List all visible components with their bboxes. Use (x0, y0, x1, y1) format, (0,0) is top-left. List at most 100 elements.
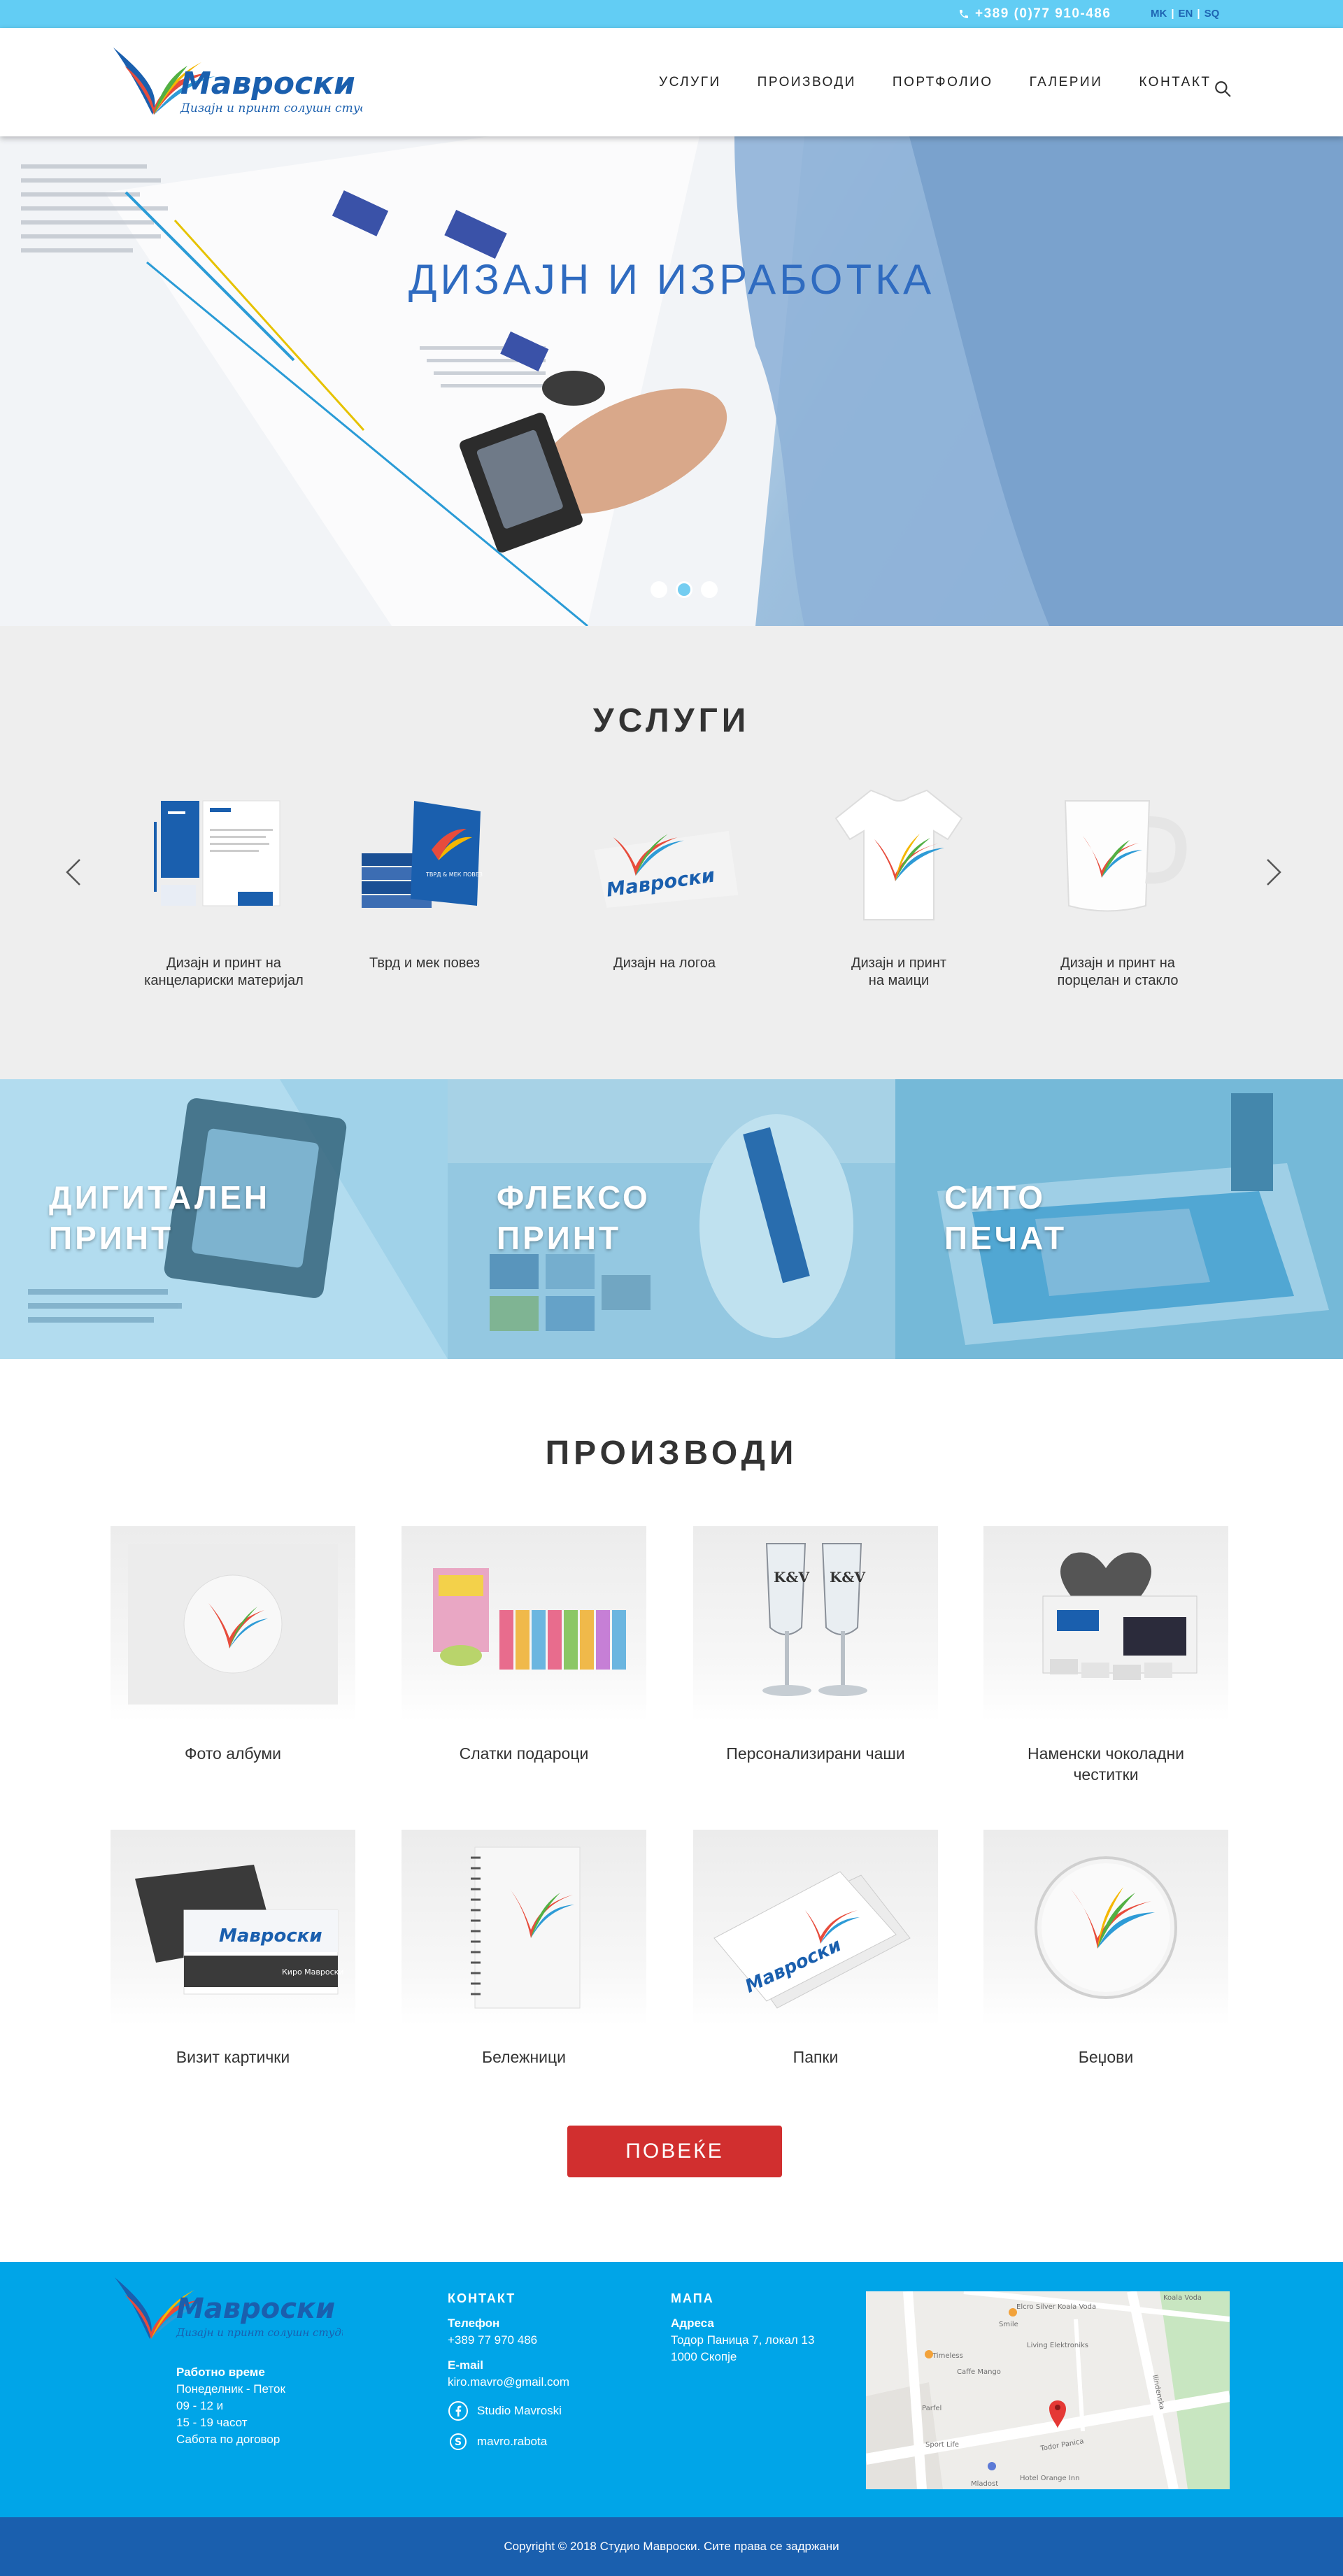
service-item[interactable]: Мавроски Дизајн на логоа (574, 783, 755, 972)
site-footer: Мавроски Дизајн и принт солушн студио Ра… (0, 2262, 1343, 2517)
hero-title: ДИЗАЈН И ИЗРАБОТКА (408, 256, 935, 303)
facebook-link[interactable]: Studio Mavroski (448, 2400, 569, 2421)
footer-phone[interactable]: +389 77 970 486 (448, 2332, 569, 2349)
lang-separator: | (1171, 8, 1174, 20)
nav-contact[interactable]: КОНТАКТ (1139, 75, 1211, 90)
copyright-bar: Copyright © 2018 Студио Мавроски. Сите п… (0, 2517, 1343, 2576)
product-caption: Беџови (1078, 2048, 1134, 2066)
nav-services[interactable]: УСЛУГИ (659, 75, 721, 90)
product-caption: Фото албуми (184, 1744, 281, 1763)
books-image: ТВРД & МЕК ПОВЕЗ (348, 783, 502, 923)
svg-text:Mladost: Mladost (971, 2480, 998, 2488)
facebook-label: Studio Mavroski (477, 2404, 562, 2417)
more-products-button[interactable]: ПОВЕЌЕ (567, 2126, 782, 2177)
svg-text:Дизајн и принт солушн студио: Дизајн и принт солушн студио (180, 101, 362, 115)
address-label: Адреса (671, 2317, 714, 2330)
carousel-next-arrow[interactable] (1263, 857, 1284, 888)
svg-text:K&V: K&V (830, 1569, 865, 1586)
service-caption: Тврд и мек повез (369, 955, 480, 971)
slider-dot[interactable] (651, 581, 667, 598)
product-caption: Папки (793, 2048, 839, 2066)
product-item[interactable]: K&V K&V Персонализирани чаши (693, 1526, 938, 1764)
product-item[interactable]: Слатки подароци (402, 1526, 646, 1764)
mug-image (1041, 783, 1195, 923)
svg-text:Parfel: Parfel (922, 2405, 941, 2412)
product-item[interactable]: Наменски чоколадни честитки (983, 1526, 1228, 1785)
address-line: Тодор Паница 7, локал 13 (671, 2333, 815, 2347)
service-caption: Дизајн и принт на порцелан и стакло (1057, 955, 1179, 988)
service-item[interactable]: ТВРД & МЕК ПОВЕЗ Тврд и мек повез (334, 783, 516, 972)
product-item[interactable]: Фото албуми (111, 1526, 355, 1764)
top-phone-number: +389 (0)77 910-486 (975, 6, 1111, 21)
hours-title: Работно време (176, 2365, 265, 2379)
personalized-glasses-image: K&V K&V (693, 1526, 938, 1722)
nav-galleries[interactable]: ГАЛЕРИИ (1030, 75, 1103, 90)
print-tile-flexo[interactable]: ФЛЕКСО ПРИНТ (448, 1079, 895, 1359)
top-phone[interactable]: +389 (0)77 910-486 (958, 0, 1111, 28)
svg-text:Smile: Smile (999, 2321, 1018, 2328)
services-title: УСЛУГИ (592, 702, 751, 739)
products-title: ПРОИЗВОДИ (545, 1435, 798, 1472)
badges-image (983, 1830, 1228, 2026)
svg-text:Киро Мавроски: Киро Мавроски (282, 1967, 343, 1977)
print-tile-screen[interactable]: СИТО ПЕЧАТ (895, 1079, 1343, 1359)
hours-line: Понеделник - Петок (176, 2382, 285, 2396)
business-cards-image: Мавроски Киро Мавроски (111, 1830, 355, 2026)
service-item[interactable]: Дизајн и принт на маици (808, 783, 990, 990)
chocolate-cards-image (983, 1526, 1228, 1722)
svg-text:Caffe Mango: Caffe Mango (957, 2368, 1001, 2376)
service-caption: Дизајн и принт на канцелариски материјал (144, 955, 304, 988)
service-item[interactable]: Дизајн и принт на канцелариски материјал (133, 783, 315, 990)
slider-dots (651, 581, 718, 598)
skype-icon: S (450, 2433, 467, 2450)
site-logo[interactable]: Мавроски Дизајн и принт солушн студио (111, 45, 362, 122)
product-caption: Бележници (481, 2048, 567, 2066)
top-bar: +389 (0)77 910-486 MK | EN | SQ (0, 0, 1343, 28)
map-title: МАПА (671, 2291, 714, 2305)
service-caption: Дизајн и принт на маици (851, 955, 947, 988)
stationery-image (147, 783, 301, 923)
product-item[interactable]: Мавроски Киро Мавроски Визит картички (111, 1830, 355, 2068)
svg-text:K&V: K&V (774, 1569, 809, 1586)
facebook-icon (448, 2401, 468, 2421)
sweet-gifts-image (402, 1526, 646, 1722)
photo-album-image (111, 1526, 355, 1722)
svg-text:Hotel Orange Inn: Hotel Orange Inn (1020, 2475, 1079, 2482)
product-caption: Слатки подароци (459, 1744, 589, 1763)
svg-text:ТВРД & МЕК ПОВЕЗ: ТВРД & МЕК ПОВЕЗ (425, 871, 483, 878)
service-item[interactable]: Дизајн и принт на порцелан и стакло (1027, 783, 1209, 990)
nav-portfolio[interactable]: ПОРТФОЛИО (893, 75, 993, 90)
lang-en[interactable]: EN (1179, 0, 1193, 28)
print-tile-label: ФЛЕКСО ПРИНТ (497, 1179, 651, 1256)
svg-text:Мавроски: Мавроски (176, 2293, 335, 2325)
contact-title: КОНТАКТ (448, 2291, 516, 2305)
main-nav: УСЛУГИ ПРОИЗВОДИ ПОРТФОЛИО ГАЛЕРИИ КОНТА… (659, 28, 1248, 136)
map-column: МАПА Адреса Тодор Паница 7, локал 13 100… (671, 2290, 814, 2365)
nav-products[interactable]: ПРОИЗВОДИ (758, 75, 856, 90)
lang-mk[interactable]: MK (1151, 0, 1167, 28)
hero-image (0, 136, 1343, 626)
svg-text:Дизајн и принт солушн студио: Дизајн и принт солушн студио (176, 2326, 343, 2339)
search-icon[interactable] (1214, 80, 1232, 98)
product-item[interactable]: Беџови (983, 1830, 1228, 2068)
product-caption: Наменски чоколадни честитки (1027, 1744, 1185, 1784)
location-map[interactable]: Koala Voda Elcro Silver Koala Voda Smile… (866, 2291, 1230, 2489)
svg-text:Sport Life: Sport Life (925, 2441, 959, 2449)
product-item[interactable]: Бележници (402, 1830, 646, 2068)
lang-sq[interactable]: SQ (1205, 0, 1220, 28)
slider-dot[interactable] (701, 581, 718, 598)
phone-icon (960, 10, 968, 18)
lang-separator: | (1197, 8, 1200, 20)
slider-dot-active[interactable] (676, 581, 692, 598)
footer-logo[interactable]: Мавроски Дизајн и принт солушн студио (112, 2275, 343, 2344)
footer-email[interactable]: kiro.mavro@gmail.com (448, 2374, 569, 2391)
print-tile-digital[interactable]: ДИГИТАЛЕН ПРИНТ (0, 1079, 448, 1359)
skype-link[interactable]: S mavro.rabota (448, 2431, 569, 2452)
site-header: Мавроски Дизајн и принт солушн студио УС… (0, 28, 1343, 136)
working-hours: Работно време Понеделник - Петок 09 - 12… (176, 2364, 285, 2448)
print-tile-label: СИТО ПЕЧАТ (944, 1179, 1067, 1256)
skype-label: mavro.rabota (477, 2435, 548, 2448)
carousel-prev-arrow[interactable] (63, 857, 84, 888)
product-item[interactable]: Мавроски Папки (693, 1830, 938, 2068)
product-caption: Визит картички (176, 2048, 290, 2066)
